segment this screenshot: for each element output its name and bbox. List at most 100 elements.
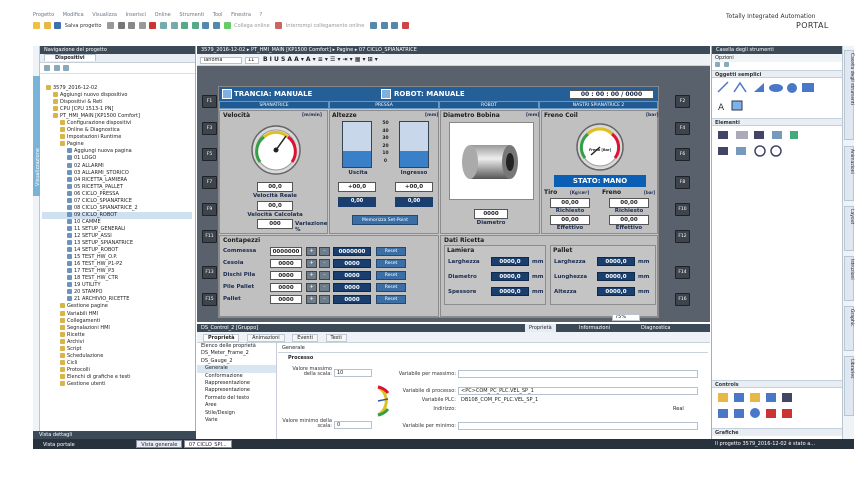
tree-item[interactable]: 06 CICLO_PRESSA: [42, 190, 192, 198]
function-key-f4[interactable]: F4: [675, 122, 690, 135]
tree-item[interactable]: 08 CICLO_SPIANATRICE_2: [42, 204, 192, 212]
function-key-f12[interactable]: F12: [675, 230, 690, 243]
function-key-f3[interactable]: F3: [202, 122, 217, 135]
uscita-setpoint[interactable]: 0,00: [338, 197, 376, 207]
menu-inserisci[interactable]: Inserisci: [126, 12, 147, 18]
open-project-icon[interactable]: [43, 22, 51, 29]
increment-button[interactable]: +: [306, 247, 317, 256]
font-size-select[interactable]: 11: [245, 57, 259, 64]
increment-button[interactable]: +: [306, 259, 317, 268]
tree-item[interactable]: Aggiungi nuova pagina: [42, 148, 192, 155]
decrement-button[interactable]: -: [319, 283, 330, 292]
menu-strumenti[interactable]: Strumenti: [179, 12, 204, 18]
contapezzi-value[interactable]: 0000: [270, 259, 302, 268]
decrement-button[interactable]: -: [319, 295, 330, 304]
decrement-button[interactable]: -: [319, 271, 330, 280]
tab-proprieta[interactable]: Proprietà: [203, 334, 240, 342]
function-key-f5[interactable]: F5: [202, 148, 217, 161]
tree-item[interactable]: 07 CICLO_SPIANATRICE: [42, 197, 192, 205]
elements-section[interactable]: Elementi: [712, 118, 842, 126]
ingresso-setpoint[interactable]: 0,00: [395, 197, 433, 207]
tree-item[interactable]: 12 SETUP_ASSI: [42, 232, 192, 240]
details-view-header[interactable]: Vista dettagli: [33, 431, 196, 439]
menu-visualizza[interactable]: Visualizza: [92, 12, 117, 18]
ricetta-value[interactable]: 0000,0: [597, 287, 635, 296]
increment-button[interactable]: +: [306, 295, 317, 304]
decrement-button[interactable]: -: [319, 247, 330, 256]
graphics-section[interactable]: Grafiche: [712, 428, 842, 436]
tree-item[interactable]: 14 SETUP_ROBOT: [42, 247, 192, 254]
save-project-button[interactable]: Salva progetto: [65, 23, 102, 29]
function-key-f13[interactable]: F13: [202, 266, 217, 279]
go-offline-button[interactable]: Interrompi collegamento online: [286, 23, 365, 29]
nav-pressa[interactable]: PRESSA: [329, 101, 439, 109]
tree-item[interactable]: Dispositivi & Reti: [42, 99, 192, 106]
tree-item[interactable]: 21 ARCHIVIO_RICETTE: [42, 296, 192, 303]
menu-online[interactable]: Online: [155, 12, 171, 18]
tree-item[interactable]: 09 CICLO_ROBOT: [42, 211, 192, 219]
reset-button[interactable]: Reset: [376, 295, 406, 304]
font-select[interactable]: Tahoma: [200, 57, 242, 64]
increment-button[interactable]: +: [306, 283, 317, 292]
ricetta-value[interactable]: 0000,0: [491, 257, 529, 266]
go-online-button[interactable]: Collega online: [234, 23, 269, 29]
tree-item[interactable]: Protocolli: [42, 366, 192, 374]
options-row[interactable]: Opzioni: [712, 54, 842, 62]
tree-item[interactable]: Ricette: [42, 331, 192, 339]
grid-view-icon[interactable]: [44, 65, 50, 71]
freno-richiesto-value[interactable]: 00,00: [609, 198, 649, 208]
right-vertical-tab[interactable]: Istruzioni: [844, 256, 854, 301]
properties-tab[interactable]: Proprietà: [525, 324, 556, 332]
function-key-f6[interactable]: F6: [675, 148, 690, 161]
copy-icon[interactable]: [128, 22, 136, 29]
ricetta-value[interactable]: 0000,0: [491, 287, 529, 296]
list-view-icon[interactable]: [723, 62, 729, 67]
tree-item[interactable]: 11 SETUP_GENERALI: [42, 225, 192, 233]
property-tree-item[interactable]: Aree: [197, 402, 276, 409]
nav-nastri[interactable]: NASTRI SPIANATRICE 2: [539, 101, 658, 109]
accessible-devices-icon[interactable]: [369, 22, 377, 29]
contapezzi-value[interactable]: 0000: [270, 271, 302, 280]
right-vertical-tab[interactable]: Layout: [844, 206, 854, 251]
contapezzi-value[interactable]: 0000: [270, 295, 302, 304]
property-tree-item[interactable]: DS_Meter_Frame_2: [197, 350, 276, 357]
tree-item[interactable]: 19 UTILITY: [42, 282, 192, 289]
function-key-f10[interactable]: F10: [675, 203, 690, 216]
tree-item[interactable]: 02 ALLARMI: [42, 162, 192, 170]
tree-item[interactable]: Elenchi di grafiche e testi: [42, 373, 192, 381]
function-key-f11[interactable]: F11: [202, 230, 217, 243]
val-max-input[interactable]: 10: [334, 369, 372, 377]
tree-item[interactable]: 3579_2016-12-02: [42, 85, 192, 92]
property-tree-item[interactable]: Varie: [197, 417, 276, 424]
tree-item[interactable]: Variabili HMI: [42, 310, 192, 318]
tree-item[interactable]: Collegamenti: [42, 317, 192, 325]
function-key-f16[interactable]: F16: [675, 293, 690, 306]
new-project-icon[interactable]: [33, 22, 40, 29]
reset-button[interactable]: Reset: [376, 247, 406, 256]
function-key-f15[interactable]: F15: [202, 293, 217, 306]
decrement-button[interactable]: -: [319, 259, 330, 268]
nav-robot[interactable]: ROBOT: [439, 101, 539, 109]
function-key-f1[interactable]: F1: [202, 95, 217, 108]
screen-tab[interactable]: 07 CICLO_SPI...: [183, 440, 232, 448]
tree-item[interactable]: 03 ALLARMI_STORICO: [42, 169, 192, 177]
tree-item[interactable]: 04 RICETTA_LAMIERA: [42, 176, 192, 184]
reset-button[interactable]: Reset: [376, 271, 406, 280]
property-tree-item[interactable]: Rappresentazione: [197, 387, 276, 394]
tree-item[interactable]: Gestione utenti: [42, 380, 192, 388]
ricetta-value[interactable]: 0000,0: [597, 272, 635, 281]
reset-button[interactable]: Reset: [376, 259, 406, 268]
tab-testi[interactable]: Testi: [325, 334, 347, 342]
tree-item[interactable]: Archivi: [42, 338, 192, 346]
val-min-input[interactable]: 0: [334, 421, 372, 429]
menu-finestra[interactable]: Finestra: [231, 12, 251, 18]
ricetta-value[interactable]: 0000,0: [597, 257, 635, 266]
tree-item[interactable]: PT_HMI_MAIN [KP1500 Comfort]: [42, 113, 192, 120]
tree-item[interactable]: 20 STAMPO: [42, 289, 192, 296]
info-tab[interactable]: Informazioni: [575, 324, 614, 332]
overview-tab[interactable]: Vista generale: [136, 440, 183, 448]
tree-item[interactable]: Pagine: [42, 141, 192, 148]
tree-item[interactable]: 01 LOGO: [42, 155, 192, 162]
simple-objects-section[interactable]: Oggetti semplici: [712, 70, 842, 78]
go-offline-icon[interactable]: [275, 22, 283, 29]
